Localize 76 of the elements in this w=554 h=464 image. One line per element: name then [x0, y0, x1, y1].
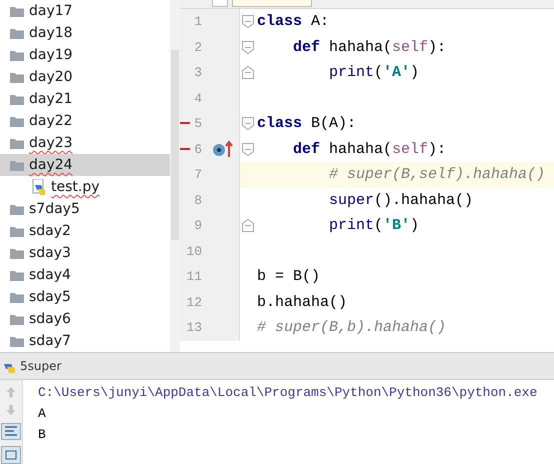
line-number: 3 [193, 65, 202, 80]
console-output: B [38, 427, 47, 442]
fold-icon[interactable] [242, 117, 254, 130]
editor-tab[interactable] [212, 0, 228, 7]
line-number: 8 [193, 192, 202, 208]
folder-icon [10, 248, 24, 258]
code-text: print('A') [329, 64, 420, 82]
tree-item[interactable]: sday3 [0, 242, 170, 264]
fold-icon[interactable] [242, 219, 254, 232]
down-arrow-icon[interactable] [5, 404, 17, 416]
run-title: 5super [20, 359, 62, 373]
folder-icon [10, 270, 24, 280]
console-output: C:\Users\junyi\AppData\Local\Programs\Python\Python36\python.exe [38, 385, 538, 400]
folder-icon [10, 226, 24, 236]
print-button[interactable] [1, 446, 21, 464]
tree-item[interactable]: s7day5 [0, 198, 170, 220]
code-text: # super(B,b).hahaha() [257, 319, 446, 336]
code-text: class B(A): [257, 115, 356, 132]
tree-item[interactable]: day21 [0, 88, 170, 110]
fold-icon[interactable] [242, 66, 254, 79]
tree-item[interactable]: day19 [0, 44, 170, 66]
tree-item[interactable]: sday2 [0, 220, 170, 242]
console-output: A [38, 406, 47, 421]
tree-item[interactable]: test.py [0, 176, 170, 198]
line-number: 13 [185, 320, 202, 336]
tree-item[interactable]: sday4 [0, 264, 170, 286]
fold-icon[interactable] [242, 40, 254, 54]
code-text: # super(B,self).hahaha() [329, 166, 546, 184]
line-number: 10 [185, 244, 202, 259]
folder-icon [10, 138, 24, 148]
folder-icon [10, 116, 24, 126]
up-arrow-icon[interactable] [5, 386, 17, 398]
code-text: def hahaha(self): [293, 38, 446, 56]
tree-item[interactable]: sday6 [0, 308, 170, 330]
line-number: 4 [193, 90, 202, 106]
editor-tab[interactable] [232, 0, 312, 7]
line-number: 5 [193, 116, 202, 132]
fold-icon[interactable] [242, 15, 254, 28]
folder-icon [10, 292, 24, 302]
folder-icon [10, 94, 24, 104]
folder-icon [10, 204, 24, 214]
tree-item[interactable]: day20 [0, 66, 170, 88]
override-icon[interactable] [212, 140, 234, 158]
python-file-icon [32, 179, 46, 195]
soft-wrap-button[interactable] [1, 422, 21, 440]
code-text: print('B') [329, 217, 420, 234]
line-number: 2 [193, 40, 202, 55]
code-text: b.hahaha() [257, 294, 348, 311]
window-icon [4, 449, 18, 462]
tree-item[interactable]: day22 [0, 110, 170, 132]
folder-icon [10, 28, 24, 38]
line-number: 6 [193, 142, 202, 157]
tree-item[interactable]: sday5 [0, 286, 170, 308]
code-text: def hahaha(self): [293, 140, 446, 158]
code-text: b = B() [257, 268, 320, 286]
folder-icon [10, 72, 24, 82]
folder-icon [10, 336, 24, 346]
tree-item[interactable]: day17 [0, 0, 170, 22]
fold-icon[interactable] [242, 142, 254, 156]
folder-icon [10, 314, 24, 324]
line-number: 7 [193, 167, 202, 182]
code-text: class A: [257, 13, 330, 30]
folder-icon [10, 6, 24, 16]
folder-icon [10, 50, 24, 60]
tree-item[interactable]: day23 [0, 132, 170, 154]
lines-icon [4, 425, 18, 438]
tree-item[interactable]: sday7 [0, 330, 170, 352]
line-number: 9 [193, 218, 202, 234]
tree-item[interactable]: day24 [0, 154, 170, 176]
code-text: super().hahaha() [329, 192, 474, 209]
scrollbar-thumb[interactable] [171, 50, 179, 240]
line-number: 1 [193, 14, 202, 30]
tree-item[interactable]: day18 [0, 22, 170, 44]
folder-icon [10, 160, 24, 170]
line-number: 11 [185, 269, 202, 284]
line-number: 12 [185, 294, 202, 310]
